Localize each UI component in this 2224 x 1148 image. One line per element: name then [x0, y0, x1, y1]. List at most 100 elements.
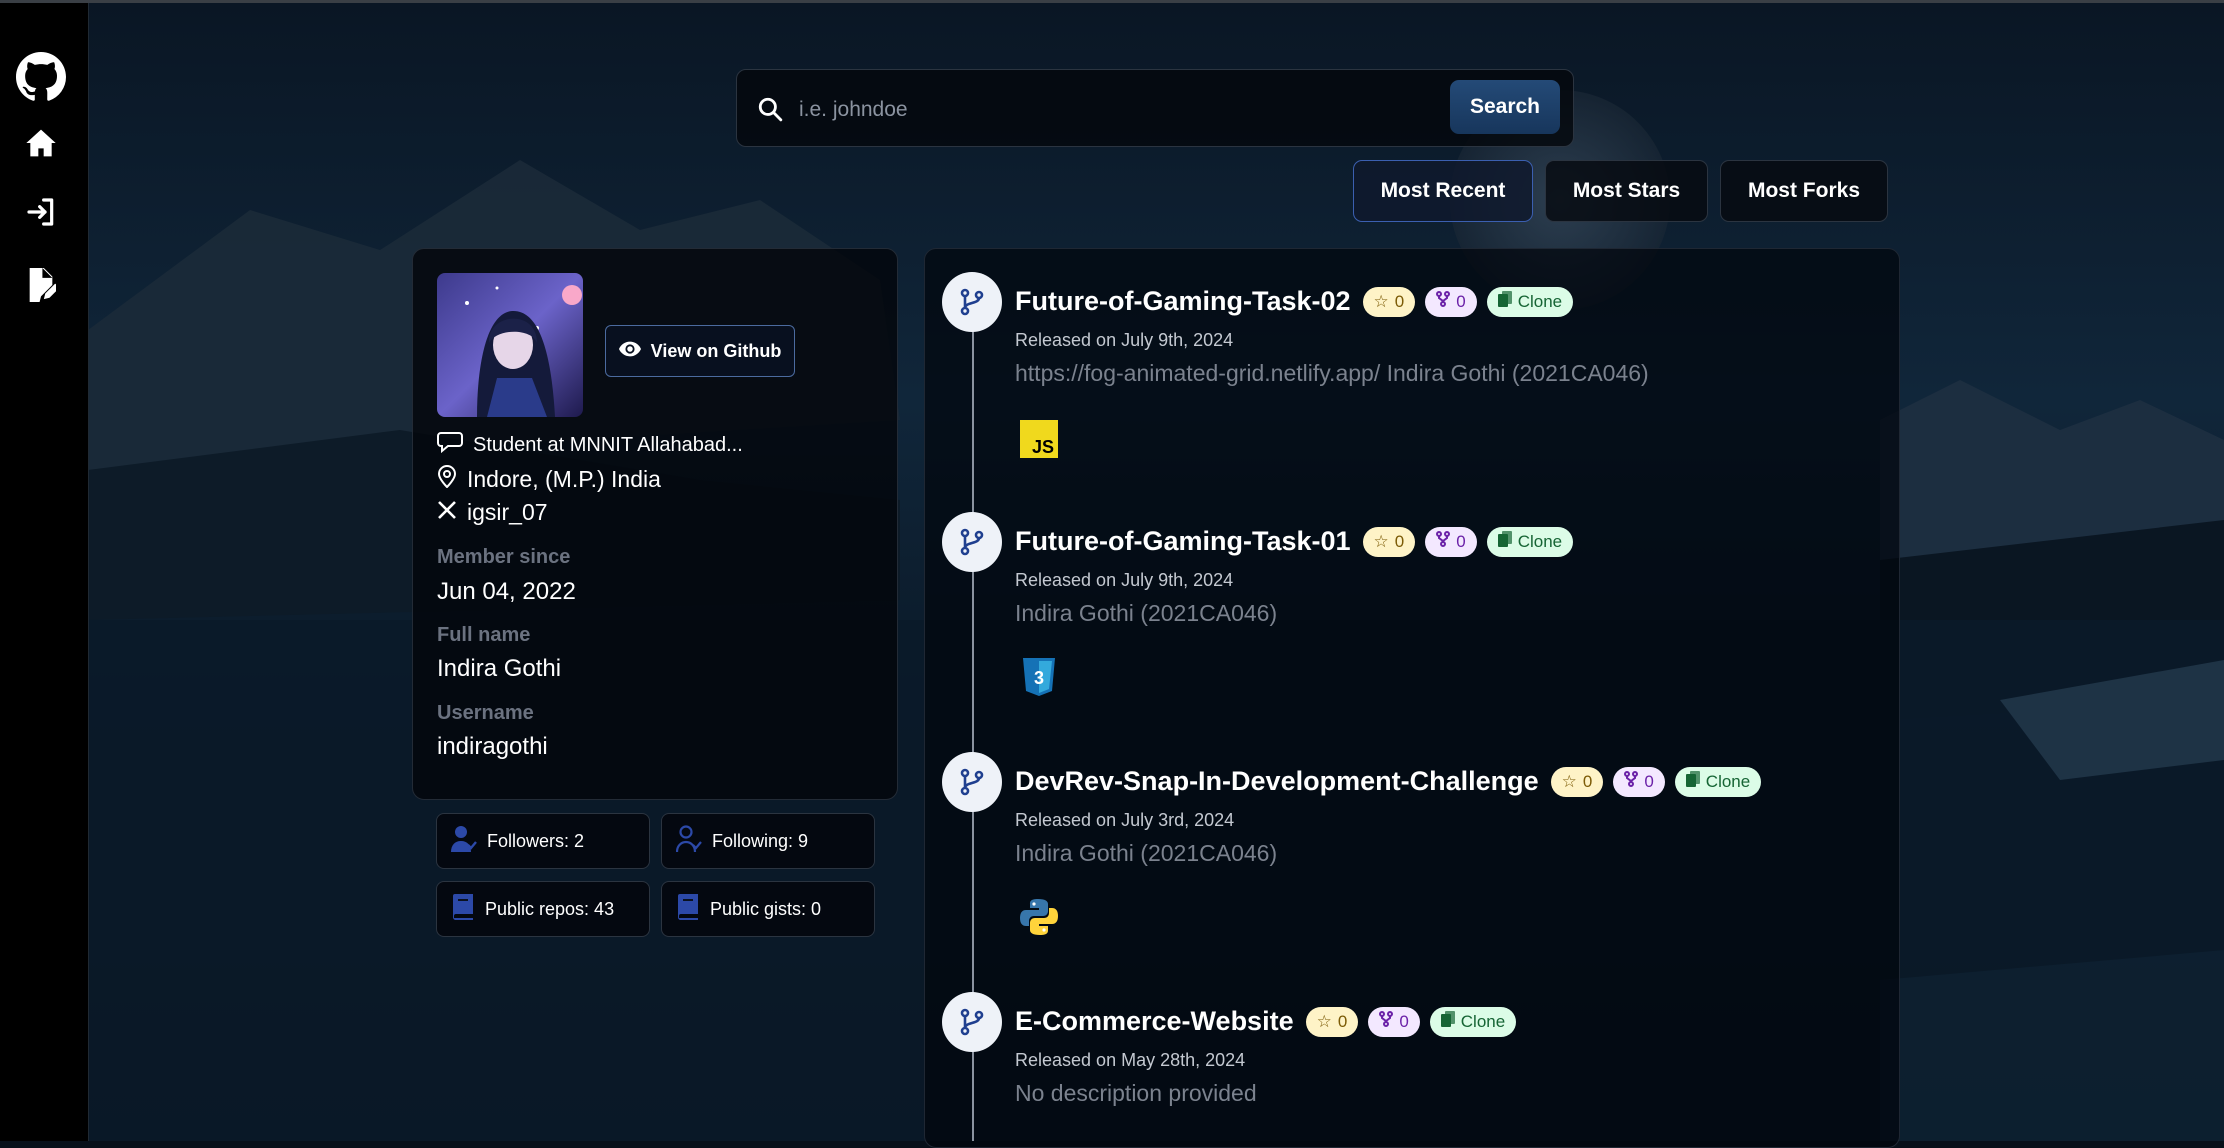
fork-count-badge: 0 — [1425, 286, 1477, 317]
clone-label: Clone — [1460, 1011, 1506, 1031]
followers-text: Followers: 2 — [487, 830, 585, 851]
star-icon: ☆ — [1316, 1011, 1332, 1031]
fork-count: 0 — [1456, 291, 1466, 311]
repo-name-link[interactable]: DevRev-Snap-In-Development-Challenge — [1015, 766, 1539, 797]
release-date: Released on July 3rd, 2024 — [1015, 810, 1235, 830]
copy-icon — [1497, 291, 1512, 312]
following-stat: Following: 9 — [661, 813, 875, 869]
fork-count-badge: 0 — [1368, 1006, 1420, 1037]
public-repos-text: Public repos: 43 — [485, 898, 615, 919]
clone-button[interactable]: Clone — [1429, 1006, 1517, 1037]
repo-name-link[interactable]: E-Commerce-Website — [1015, 1006, 1294, 1037]
chat-bubble-icon — [437, 431, 463, 459]
star-icon: ☆ — [1561, 771, 1577, 791]
fork-count-badge: 0 — [1425, 526, 1477, 557]
login-icon[interactable] — [0, 196, 82, 228]
clone-label: Clone — [1517, 291, 1563, 311]
release-date: Released on July 9th, 2024 — [1015, 330, 1234, 350]
star-count-badge: ☆ 0 — [1305, 1006, 1359, 1037]
github-icon[interactable] — [0, 52, 82, 102]
full-name-value: Indira Gothi — [437, 655, 562, 682]
star-icon: ☆ — [1373, 291, 1389, 311]
twitter-handle: igsir_07 — [467, 499, 548, 525]
search-icon — [757, 96, 783, 127]
star-count: 0 — [1337, 1011, 1348, 1031]
git-branch-icon — [942, 992, 1002, 1052]
star-icon: ☆ — [1373, 531, 1389, 551]
repo-item: DevRev-Snap-In-Development-Challenge ☆ 0 … — [942, 752, 1882, 982]
star-count-badge: ☆ 0 — [1362, 526, 1416, 557]
public-gists-text: Public gists: 0 — [710, 898, 822, 919]
fork-icon — [1436, 531, 1451, 552]
view-on-github-button[interactable]: View on Github — [605, 325, 795, 377]
star-count-badge: ☆ 0 — [1362, 286, 1416, 317]
book-icon — [451, 893, 475, 925]
clone-button[interactable]: Clone — [1486, 526, 1574, 557]
fork-icon — [1436, 291, 1451, 312]
location-pin-icon — [437, 464, 457, 494]
fork-icon — [1379, 1011, 1394, 1032]
repo-description: Indira Gothi (2021CA046) — [1015, 840, 1278, 866]
copy-icon — [1440, 1011, 1455, 1032]
fork-count: 0 — [1399, 1011, 1409, 1031]
sort-most-stars-button[interactable]: Most Stars — [1545, 160, 1708, 222]
clone-button[interactable]: Clone — [1486, 286, 1574, 317]
search-button[interactable]: Search — [1450, 80, 1560, 134]
x-twitter-icon — [437, 499, 457, 526]
bio-text: Student at MNNIT Allahabad... — [473, 433, 743, 456]
clone-label: Clone — [1517, 531, 1563, 551]
search-input[interactable] — [797, 88, 1161, 132]
repo-description: https://fog-animated-grid.netlify.app/ I… — [1015, 360, 1649, 386]
profile-card: View on Github Student at MNNIT Allahaba… — [412, 248, 898, 800]
python-icon — [1020, 898, 1058, 936]
git-branch-icon — [942, 512, 1002, 572]
view-on-github-label: View on Github — [650, 340, 782, 361]
star-count-badge: ☆ 0 — [1550, 766, 1604, 797]
eye-icon — [618, 341, 641, 362]
member-since-value: Jun 04, 2022 — [437, 578, 576, 605]
star-count: 0 — [1582, 771, 1593, 791]
username-label: Username — [437, 702, 534, 724]
javascript-icon: JS — [1020, 420, 1058, 458]
copy-icon — [1685, 771, 1700, 792]
bio-row: Student at MNNIT Allahabad... — [437, 431, 743, 459]
git-branch-icon — [942, 272, 1002, 332]
public-repos-stat: Public repos: 43 — [436, 881, 650, 937]
repo-description: No description provided — [1015, 1080, 1257, 1106]
signup-icon[interactable] — [0, 268, 82, 302]
fork-count-badge: 0 — [1613, 766, 1665, 797]
sort-most-recent-button[interactable]: Most Recent — [1353, 160, 1533, 222]
location-text: Indore, (M.P.) India — [467, 465, 661, 492]
sort-most-forks-button[interactable]: Most Forks — [1720, 160, 1888, 222]
svg-text:JS: JS — [1032, 437, 1054, 457]
release-date: Released on July 9th, 2024 — [1015, 570, 1234, 590]
repo-item: Future-of-Gaming-Task-01 ☆ 0 0 Clone Rele… — [942, 512, 1882, 742]
clone-button[interactable]: Clone — [1674, 766, 1762, 797]
user-outline-icon — [675, 824, 702, 858]
git-branch-icon — [942, 752, 1002, 812]
avatar — [437, 273, 583, 417]
full-name-label: Full name — [437, 624, 531, 646]
username-value: indiragothi — [437, 733, 548, 760]
fork-count: 0 — [1456, 531, 1466, 551]
css3-icon: 3 — [1020, 658, 1058, 696]
fork-count: 0 — [1644, 771, 1654, 791]
repo-item: Future-of-Gaming-Task-02 ☆ 0 0 Clone Rele… — [942, 272, 1882, 502]
window-top-border — [0, 0, 2224, 3]
twitter-row[interactable]: igsir_07 — [437, 499, 548, 526]
star-count: 0 — [1394, 291, 1405, 311]
following-text: Following: 9 — [712, 830, 809, 851]
book-icon — [676, 893, 700, 925]
release-date: Released on May 28th, 2024 — [1015, 1050, 1246, 1070]
copy-icon — [1497, 531, 1512, 552]
search-box: Search — [736, 69, 1574, 147]
star-count: 0 — [1394, 531, 1405, 551]
location-row: Indore, (M.P.) India — [437, 464, 661, 494]
repo-name-link[interactable]: Future-of-Gaming-Task-02 — [1015, 286, 1351, 317]
clone-label: Clone — [1705, 771, 1751, 791]
repo-name-link[interactable]: Future-of-Gaming-Task-01 — [1015, 526, 1351, 557]
public-gists-stat: Public gists: 0 — [661, 881, 875, 937]
user-check-icon — [451, 825, 477, 858]
repo-description: Indira Gothi (2021CA046) — [1015, 600, 1278, 626]
home-icon[interactable] — [0, 127, 82, 159]
